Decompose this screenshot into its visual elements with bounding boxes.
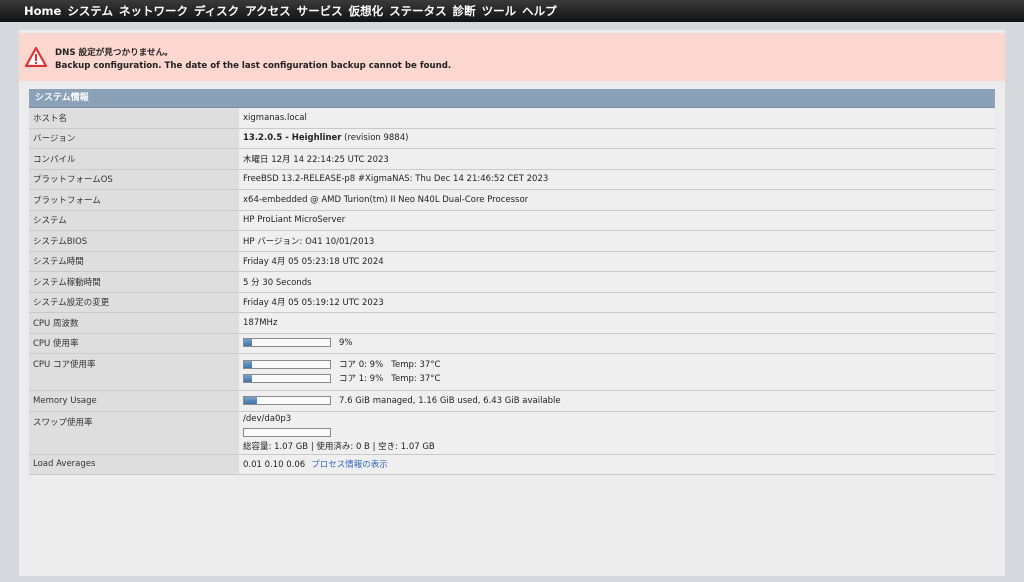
alert-dns-message: DNS 設定が見つかりません。 bbox=[55, 48, 173, 58]
cpu-usage-label: CPU 使用率 bbox=[29, 333, 239, 354]
row-compiled: コンパイル 木曜日 12月 14 22:14:25 UTC 2023 bbox=[29, 148, 995, 170]
cpu-core-0-bar-fill bbox=[244, 361, 252, 368]
swap-label: スワップ使用率 bbox=[29, 411, 239, 455]
platform-os-value: FreeBSD 13.2-RELEASE-p8 #XigmaNAS: Thu D… bbox=[239, 169, 995, 190]
nav-network[interactable]: ネットワーク bbox=[113, 3, 188, 19]
nav-help[interactable]: ヘルプ bbox=[516, 3, 557, 19]
platform-os-label: プラットフォームOS bbox=[29, 169, 239, 190]
version-label: バージョン bbox=[29, 128, 239, 149]
swap-bar bbox=[243, 427, 331, 437]
cpu-usage-value: 9% bbox=[239, 333, 995, 354]
row-system-time: システム時間 Friday 4月 05 05:23:18 UTC 2024 bbox=[29, 251, 995, 272]
config-change-label: システム設定の変更 bbox=[29, 292, 239, 313]
row-memory: Memory Usage 7.6 GiB managed, 1.16 GiB u… bbox=[29, 390, 995, 412]
nav-status[interactable]: ステータス bbox=[383, 3, 447, 19]
row-hostname: ホスト名 xigmanas.local bbox=[29, 108, 995, 129]
load-averages-text: 0.01 0.10 0.06 bbox=[243, 460, 306, 471]
load-averages-value: 0.01 0.10 0.06 プロセス情報の表示 bbox=[239, 454, 995, 475]
system-info-table: ホスト名 xigmanas.local バージョン 13.2.0.5 - Hei… bbox=[29, 108, 995, 475]
cpu-cores-label: CPU コア使用率 bbox=[29, 353, 239, 391]
memory-bar bbox=[243, 395, 331, 405]
memory-bar-fill bbox=[244, 396, 257, 404]
row-load-averages: Load Averages 0.01 0.10 0.06 プロセス情報の表示 bbox=[29, 454, 995, 475]
row-uptime: システム稼動時間 5 分 30 Seconds bbox=[29, 271, 995, 293]
system-time-value: Friday 4月 05 05:23:18 UTC 2024 bbox=[239, 251, 995, 272]
version-value: 13.2.0.5 - Heighliner (revision 9884) bbox=[239, 128, 995, 149]
alert-backup-message: Backup configuration. The date of the la… bbox=[55, 61, 452, 71]
main-content: DNS 設定が見つかりません。 Backup configuration. Th… bbox=[19, 30, 1005, 576]
nav-diagnostics[interactable]: 診断 bbox=[447, 3, 476, 19]
nav-home[interactable]: Home bbox=[0, 4, 61, 18]
version-revision: (revision 9884) bbox=[341, 133, 409, 144]
swap-value: /dev/da0p3 総容量: 1.07 GB | 使用済み: 0 B | 空き… bbox=[239, 411, 995, 455]
swap-device: /dev/da0p3 bbox=[243, 413, 292, 424]
cpu-core-1: コア 1: 9% Temp: 37°C bbox=[243, 372, 991, 386]
hostname-label: ホスト名 bbox=[29, 108, 239, 129]
row-cpu-usage: CPU 使用率 9% bbox=[29, 333, 995, 354]
version-name: 13.2.0.5 - Heighliner bbox=[243, 133, 342, 144]
nav-access[interactable]: アクセス bbox=[239, 3, 290, 19]
config-change-value: Friday 4月 05 05:19:12 UTC 2023 bbox=[239, 292, 995, 313]
bios-label: システムBIOS bbox=[29, 230, 239, 252]
memory-value: 7.6 GiB managed, 1.16 GiB used, 6.43 GiB… bbox=[239, 390, 995, 412]
swap-summary: 総容量: 1.07 GB | 使用済み: 0 B | 空き: 1.07 GB bbox=[243, 441, 435, 452]
cpu-usage-bar-fill bbox=[244, 339, 252, 347]
cpu-core-0-text: コア 0: 9% Temp: 37°C bbox=[339, 360, 441, 370]
nav-virtualization[interactable]: 仮想化 bbox=[343, 3, 384, 19]
show-process-info-link[interactable]: プロセス情報の表示 bbox=[311, 460, 388, 470]
cpu-frequency-label: CPU 周波数 bbox=[29, 312, 239, 334]
uptime-value: 5 分 30 Seconds bbox=[239, 271, 995, 293]
nav-system[interactable]: システム bbox=[61, 3, 113, 19]
hostname-value: xigmanas.local bbox=[239, 108, 995, 129]
top-nav: Home システム ネットワーク ディスク アクセス サービス 仮想化 ステータ… bbox=[0, 0, 1024, 22]
cpu-cores-value: コア 0: 9% Temp: 37°C コア 1: 9% Temp: 37°C bbox=[239, 353, 995, 391]
cpu-frequency-value: 187MHz bbox=[239, 312, 995, 334]
row-version: バージョン 13.2.0.5 - Heighliner (revision 98… bbox=[29, 128, 995, 149]
cpu-core-0-bar bbox=[243, 360, 331, 369]
platform-value: x64-embedded @ AMD Turion(tm) II Neo N40… bbox=[239, 189, 995, 211]
cpu-usage-bar bbox=[243, 338, 331, 348]
compiled-value: 木曜日 12月 14 22:14:25 UTC 2023 bbox=[239, 148, 995, 170]
memory-text: 7.6 GiB managed, 1.16 GiB used, 6.43 GiB… bbox=[339, 395, 561, 406]
uptime-label: システム稼動時間 bbox=[29, 271, 239, 293]
memory-label: Memory Usage bbox=[29, 390, 239, 412]
compiled-label: コンパイル bbox=[29, 148, 239, 170]
cpu-usage-text: 9% bbox=[339, 338, 353, 349]
cpu-core-1-text: コア 1: 9% Temp: 37°C bbox=[339, 374, 441, 384]
system-label: システム bbox=[29, 210, 239, 231]
row-config-change: システム設定の変更 Friday 4月 05 05:19:12 UTC 2023 bbox=[29, 292, 995, 313]
nav-services[interactable]: サービス bbox=[291, 3, 343, 19]
bios-value: HP バージョン: O41 10/01/2013 bbox=[239, 230, 995, 252]
cpu-core-1-bar bbox=[243, 374, 331, 383]
cpu-core-0: コア 0: 9% Temp: 37°C bbox=[243, 358, 991, 372]
row-cpu-frequency: CPU 周波数 187MHz bbox=[29, 312, 995, 334]
row-swap: スワップ使用率 /dev/da0p3 総容量: 1.07 GB | 使用済み: … bbox=[29, 411, 995, 455]
nav-tools[interactable]: ツール bbox=[476, 3, 517, 19]
row-system: システム HP ProLiant MicroServer bbox=[29, 210, 995, 231]
swap-bar-row bbox=[243, 426, 991, 440]
row-platform: プラットフォーム x64-embedded @ AMD Turion(tm) I… bbox=[29, 189, 995, 211]
platform-label: プラットフォーム bbox=[29, 189, 239, 211]
system-info-panel: システム情報 ホスト名 xigmanas.local バージョン 13.2.0.… bbox=[29, 89, 995, 475]
system-time-label: システム時間 bbox=[29, 251, 239, 272]
warning-icon bbox=[25, 47, 47, 67]
row-bios: システムBIOS HP バージョン: O41 10/01/2013 bbox=[29, 230, 995, 252]
nav-disks[interactable]: ディスク bbox=[188, 3, 239, 19]
cpu-core-1-bar-fill bbox=[244, 375, 252, 382]
row-platform-os: プラットフォームOS FreeBSD 13.2-RELEASE-p8 #Xigm… bbox=[29, 169, 995, 190]
panel-title: システム情報 bbox=[29, 89, 995, 108]
load-averages-label: Load Averages bbox=[29, 454, 239, 475]
system-value: HP ProLiant MicroServer bbox=[239, 210, 995, 231]
error-alert: DNS 設定が見つかりません。 Backup configuration. Th… bbox=[19, 33, 1005, 81]
row-cpu-cores: CPU コア使用率 コア 0: 9% Temp: 37°C コア 1: 9% T… bbox=[29, 353, 995, 391]
